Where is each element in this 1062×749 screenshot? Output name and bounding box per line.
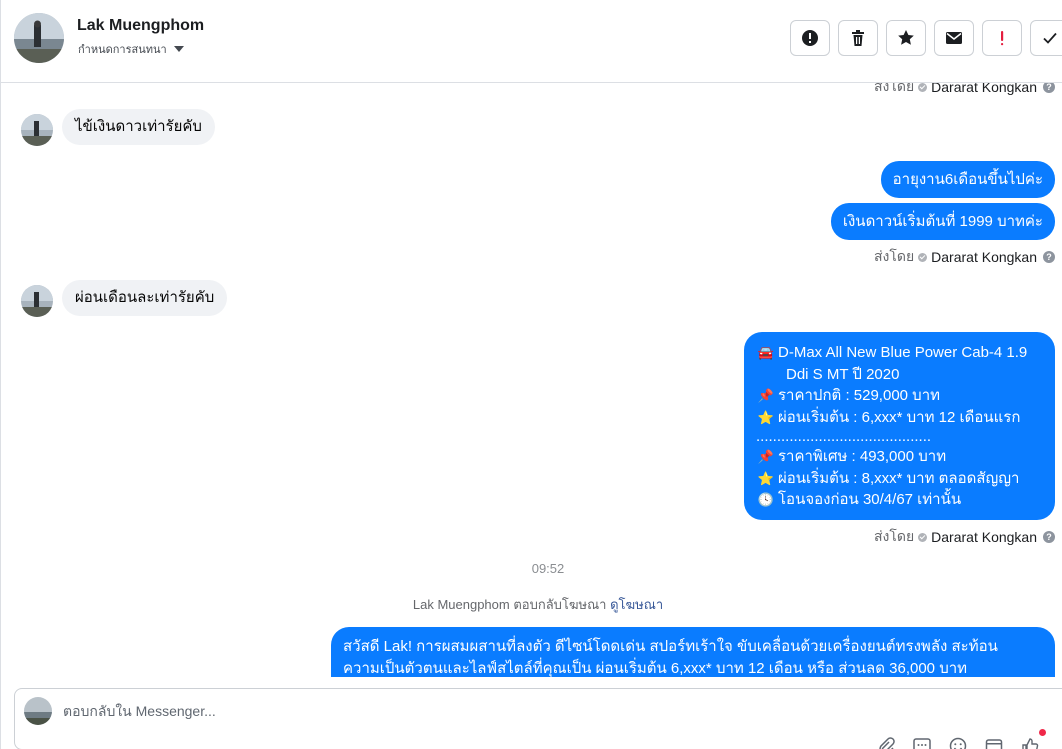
view-ad-link[interactable]: ดูโฆษณา xyxy=(610,597,663,612)
pin-icon: 📌 xyxy=(757,388,775,403)
smile-icon xyxy=(949,737,967,749)
paperclip-icon xyxy=(879,737,895,749)
messenger-window: Lak Muengphom กำหนดการสนทนา ส่งโดย Darar… xyxy=(0,0,1062,749)
help-icon[interactable]: ? xyxy=(1043,251,1055,263)
outgoing-ad-message[interactable]: สวัสดี Lak! การผสมผสานที่ลงตัว ดีไซน์โดด… xyxy=(331,627,1055,677)
car-icon: 🚘 xyxy=(757,345,775,360)
promo-line: ⭐ ผ่อนเริ่มต้น : 6,xxx* บาท 12 เดือนแรก xyxy=(756,407,1043,429)
incoming-message[interactable]: ไข้เงินดาวเท่ารัยคับ xyxy=(62,109,215,145)
promo-line: 🕓 โอนจองก่อน 30/4/67 เท่านั้น xyxy=(756,489,1043,511)
help-icon[interactable]: ? xyxy=(1043,531,1055,543)
appointment-button[interactable] xyxy=(983,735,1005,749)
star-emoji-icon: ⭐ xyxy=(757,409,775,425)
mark-unread-button[interactable] xyxy=(934,20,974,56)
promo-line: 🚘 D-Max All New Blue Power Cab-4 1.9 xyxy=(756,342,1043,364)
attach-button[interactable] xyxy=(875,735,897,749)
contact-avatar-small xyxy=(21,285,53,317)
promo-line: 📌 ราคาปกติ : 529,000 บาท xyxy=(756,385,1043,407)
clock-icon: 🕓 xyxy=(757,492,775,507)
promo-line: 📌 ราคาพิเศษ : 493,000 บาท xyxy=(756,446,1043,468)
exclamation-icon xyxy=(1001,31,1004,46)
mark-spam-button[interactable] xyxy=(790,20,830,56)
check-icon xyxy=(1043,32,1057,44)
promo-message[interactable]: 🚘 D-Max All New Blue Power Cab-4 1.9 Ddi … xyxy=(744,332,1055,520)
mark-done-button[interactable] xyxy=(1030,20,1062,56)
star-button[interactable] xyxy=(886,20,926,56)
star-emoji-icon: ⭐ xyxy=(757,470,775,486)
saved-replies-button[interactable] xyxy=(911,735,933,749)
notification-dot xyxy=(1039,729,1046,736)
help-icon[interactable]: ? xyxy=(1043,83,1055,93)
assign-label: กำหนดการสนทนา xyxy=(78,44,167,56)
delete-button[interactable] xyxy=(838,20,878,56)
verified-icon xyxy=(918,83,928,92)
follow-up-button[interactable] xyxy=(982,20,1022,56)
page-avatar xyxy=(24,697,52,725)
outgoing-message[interactable]: เงินดาวน์เริ่มต้นที่ 1999 บาทค่ะ xyxy=(830,203,1055,240)
trash-icon xyxy=(852,30,864,46)
composer-tools xyxy=(875,729,1046,749)
promo-line: Ddi S MT ปี 2020 xyxy=(786,365,900,383)
sent-by-label: ส่งโดย Dararat Kongkan ? xyxy=(874,83,1055,98)
verified-icon xyxy=(918,252,928,262)
message-thread[interactable]: ส่งโดย Dararat Kongkan ? ไข้เงินดาวเท่าร… xyxy=(1,83,1062,677)
mail-icon xyxy=(946,32,962,44)
incoming-message[interactable]: ผ่อนเดือนละเท่ารัยคับ xyxy=(62,280,228,316)
emoji-button[interactable] xyxy=(947,735,969,749)
chat-dots-icon xyxy=(913,738,931,749)
verified-icon xyxy=(918,532,928,542)
caret-down-icon xyxy=(173,46,184,52)
message-timestamp: 09:52 xyxy=(531,561,565,576)
sent-by-label: ส่งโดย Dararat Kongkan ? xyxy=(874,246,1055,268)
message-composer xyxy=(14,688,1062,749)
sent-by-label: ส่งโดย Dararat Kongkan ? xyxy=(874,526,1055,548)
outgoing-message[interactable]: อายุงาน6เดือนขึ้นไปค่ะ xyxy=(880,161,1055,198)
pin-icon: 📌 xyxy=(757,449,775,464)
like-button[interactable] xyxy=(1019,729,1046,749)
star-icon xyxy=(898,30,914,45)
assign-conversation-dropdown[interactable]: กำหนดการสนทนา xyxy=(78,40,184,58)
contact-avatar[interactable] xyxy=(14,13,64,63)
alert-circle-icon xyxy=(802,30,818,46)
reply-input[interactable] xyxy=(63,703,763,719)
ad-reply-notice: Lak Muengphom ตอบกลับโฆษณา ดูโฆษณา xyxy=(412,597,664,612)
thumbs-up-icon xyxy=(1022,738,1039,749)
promo-line: ⭐ ผ่อนเริ่มต้น : 8,xxx* บาท ตลอดสัญญา xyxy=(756,468,1043,490)
conversation-toolbar xyxy=(790,20,1062,56)
promo-divider: ........................................… xyxy=(756,428,932,445)
calendar-icon xyxy=(985,739,1003,749)
contact-avatar-small xyxy=(21,114,53,146)
contact-name: Lak Muengphom xyxy=(77,17,205,34)
conversation-header: Lak Muengphom กำหนดการสนทนา xyxy=(1,0,1062,83)
